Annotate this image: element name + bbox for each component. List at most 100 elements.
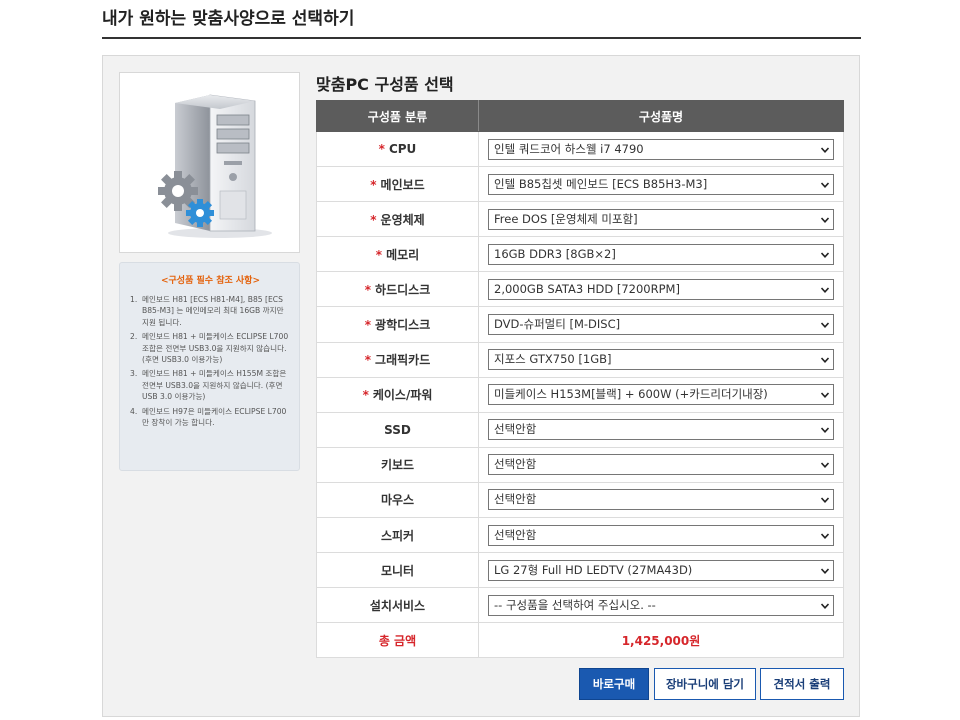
notes-title: <구성품 필수 참조 사항> bbox=[160, 276, 260, 286]
component-category: * CPU bbox=[316, 130, 479, 168]
page-title: 내가 원하는 맞춤사양으로 선택하기 bbox=[102, 8, 861, 39]
chevron-down-icon bbox=[821, 322, 829, 328]
total-label: 총 금액 bbox=[316, 622, 479, 659]
component-select[interactable]: 선택안함 bbox=[488, 419, 834, 441]
table-row: * 케이스/파워 미들케이스 H153M[블랙] + 600W (+카드리더기내장) bbox=[316, 376, 844, 413]
required-mark: * bbox=[364, 282, 372, 297]
component-category-label: 마우스 bbox=[380, 493, 415, 508]
component-select[interactable]: 선택안함 bbox=[488, 454, 834, 476]
component-category-label: 그래픽카드 bbox=[375, 353, 431, 368]
table-row: * 메인보드 인텔 B85칩셋 메인보드 [ECS B85H3-M3] bbox=[316, 166, 844, 203]
component-select[interactable]: 선택안함 bbox=[488, 524, 834, 546]
chevron-down-icon bbox=[821, 217, 829, 223]
component-select-value: 지포스 GTX750 [1GB] bbox=[494, 352, 612, 367]
table-row: * CPU 인텔 쿼드코어 하스웰 i7 4790 bbox=[316, 130, 844, 168]
component-select-cell: 미들케이스 H153M[블랙] + 600W (+카드리더기내장) bbox=[478, 376, 844, 413]
component-select-value: 선택안함 bbox=[494, 457, 537, 472]
chevron-down-icon bbox=[821, 427, 829, 434]
header-name: 구성품명 bbox=[478, 100, 844, 132]
table-row: * 메모리 16GB DDR3 [8GB×2] bbox=[316, 236, 844, 273]
component-select-value: LG 27형 Full HD LEDTV (27MA43D) bbox=[494, 562, 693, 577]
component-select-cell: 지포스 GTX750 [1GB] bbox=[478, 341, 844, 378]
component-select[interactable]: -- 구성품을 선택하여 주십시오. -- bbox=[488, 594, 834, 616]
component-select[interactable]: LG 27형 Full HD LEDTV (27MA43D) bbox=[488, 559, 834, 581]
list-item: 1. 메인보드 H81 [ECS H81-M4], B85 [ECS B85-M3… bbox=[130, 294, 291, 328]
total-value: 1,425,000원 bbox=[478, 622, 844, 659]
total-row: 총 금액 1,425,000원 bbox=[316, 622, 844, 659]
component-select[interactable]: 2,000GB SATA3 HDD [7200RPM] bbox=[488, 278, 834, 300]
component-category-label: SSD bbox=[384, 422, 411, 437]
required-mark: * bbox=[370, 212, 377, 227]
table-row: 키보드 선택안함 bbox=[316, 446, 844, 483]
chevron-down-icon bbox=[821, 533, 829, 539]
section-title: 맞춤PC 구성품 선택 bbox=[316, 75, 454, 94]
component-category: * 운영체제 bbox=[316, 201, 479, 238]
table-row: * 하드디스크 2,000GB SATA3 HDD [7200RPM] bbox=[316, 271, 844, 308]
component-category: 스피커 bbox=[316, 517, 479, 554]
chevron-down-icon bbox=[821, 357, 829, 364]
component-category-label: 케이스/파워 bbox=[372, 388, 433, 403]
required-mark: * bbox=[364, 353, 372, 368]
component-select-value: 2,000GB SATA3 HDD [7200RPM] bbox=[494, 281, 680, 296]
component-category-label: 광학디스크 bbox=[375, 318, 431, 333]
component-select[interactable]: DVD-슈퍼멀티 [M-DISC] bbox=[488, 314, 834, 336]
table-row: 모니터 LG 27형 Full HD LEDTV (27MA43D) bbox=[316, 552, 844, 589]
component-select[interactable]: 16GB DDR3 [8GB×2] bbox=[488, 243, 834, 265]
required-mark: * bbox=[378, 142, 385, 157]
table-row: 스피커 선택안함 bbox=[316, 517, 844, 554]
component-select-value: 선택안함 bbox=[494, 527, 537, 542]
chevron-down-icon bbox=[821, 497, 829, 504]
component-category-label: 메모리 bbox=[386, 247, 420, 262]
component-select[interactable]: 인텔 쿼드코어 하스웰 i7 4790 bbox=[488, 138, 834, 160]
component-select-cell: 선택안함 bbox=[478, 517, 844, 554]
chevron-down-icon bbox=[821, 603, 829, 609]
component-category: * 광학디스크 bbox=[316, 306, 479, 343]
chevron-down-icon bbox=[821, 392, 829, 399]
component-select[interactable]: 선택안함 bbox=[488, 489, 834, 511]
component-select-cell: 선택안함 bbox=[478, 411, 844, 448]
chevron-down-icon bbox=[821, 462, 829, 469]
component-category: 마우스 bbox=[316, 481, 479, 519]
required-mark: * bbox=[364, 318, 372, 333]
table-row: * 운영체제 Free DOS [운영체제 미포함] bbox=[316, 201, 844, 238]
component-select[interactable]: Free DOS [운영체제 미포함] bbox=[488, 208, 834, 230]
component-select[interactable]: 미들케이스 H153M[블랙] + 600W (+카드리더기내장) bbox=[488, 384, 834, 406]
component-select-value: 인텔 B85칩셋 메인보드 [ECS B85H3-M3] bbox=[494, 176, 708, 191]
note-number: 3. bbox=[130, 369, 138, 379]
notes-list: 1. 메인보드 H81 [ECS H81-M4], B85 [ECS B85-M3… bbox=[130, 294, 291, 428]
component-category: SSD bbox=[316, 411, 479, 448]
component-category: 모니터 bbox=[316, 552, 479, 589]
component-category: * 하드디스크 bbox=[316, 271, 479, 308]
component-select-cell: DVD-슈퍼멀티 [M-DISC] bbox=[478, 306, 844, 343]
chevron-down-icon bbox=[821, 147, 829, 153]
component-category: * 메인보드 bbox=[316, 166, 479, 203]
print-quote-button[interactable]: 견적서 출력 bbox=[760, 668, 844, 700]
component-select-cell: 2,000GB SATA3 HDD [7200RPM] bbox=[478, 271, 844, 308]
table-row: SSD 선택안함 bbox=[316, 411, 844, 448]
component-select-cell: 선택안함 bbox=[478, 446, 844, 483]
component-select-value: Free DOS [운영체제 미포함] bbox=[494, 211, 638, 226]
component-category: 키보드 bbox=[316, 446, 479, 483]
component-select-value: 16GB DDR3 [8GB×2] bbox=[494, 246, 616, 261]
component-category-label: 모니터 bbox=[380, 563, 415, 578]
buy-now-button[interactable]: 바로구매 bbox=[579, 668, 649, 700]
note-text: 메인보드 H81 [ECS H81-M4], B85 [ECS B85-M3] … bbox=[142, 295, 284, 327]
chevron-down-icon bbox=[821, 252, 829, 258]
component-category: 설치서비스 bbox=[316, 587, 479, 624]
chevron-down-icon bbox=[821, 182, 829, 188]
component-select-value: 선택안함 bbox=[494, 422, 537, 437]
note-text: 메인보드 H97은 미들케이스 ECLIPSE L700만 장착이 가능 합니다… bbox=[142, 406, 287, 428]
component-select[interactable]: 지포스 GTX750 [1GB] bbox=[488, 349, 834, 371]
chevron-down-icon bbox=[821, 568, 829, 574]
component-select-cell: 선택안함 bbox=[478, 481, 844, 519]
add-to-cart-button[interactable]: 장바구니에 담기 bbox=[654, 668, 756, 700]
note-number: 4. bbox=[130, 406, 138, 416]
chevron-down-icon bbox=[821, 287, 829, 293]
component-category-label: 키보드 bbox=[380, 458, 415, 473]
list-item: 2. 메인보드 H81 + 미들케이스 ECLIPSE L700 조합은 전면부 … bbox=[130, 331, 291, 365]
component-select[interactable]: 인텔 B85칩셋 메인보드 [ECS B85H3-M3] bbox=[488, 173, 834, 195]
component-select-cell: -- 구성품을 선택하여 주십시오. -- bbox=[478, 587, 844, 624]
component-category-label: 하드디스크 bbox=[375, 282, 431, 297]
component-category-label: 운영체제 bbox=[380, 212, 425, 227]
table-row: * 광학디스크 DVD-슈퍼멀티 [M-DISC] bbox=[316, 306, 844, 343]
